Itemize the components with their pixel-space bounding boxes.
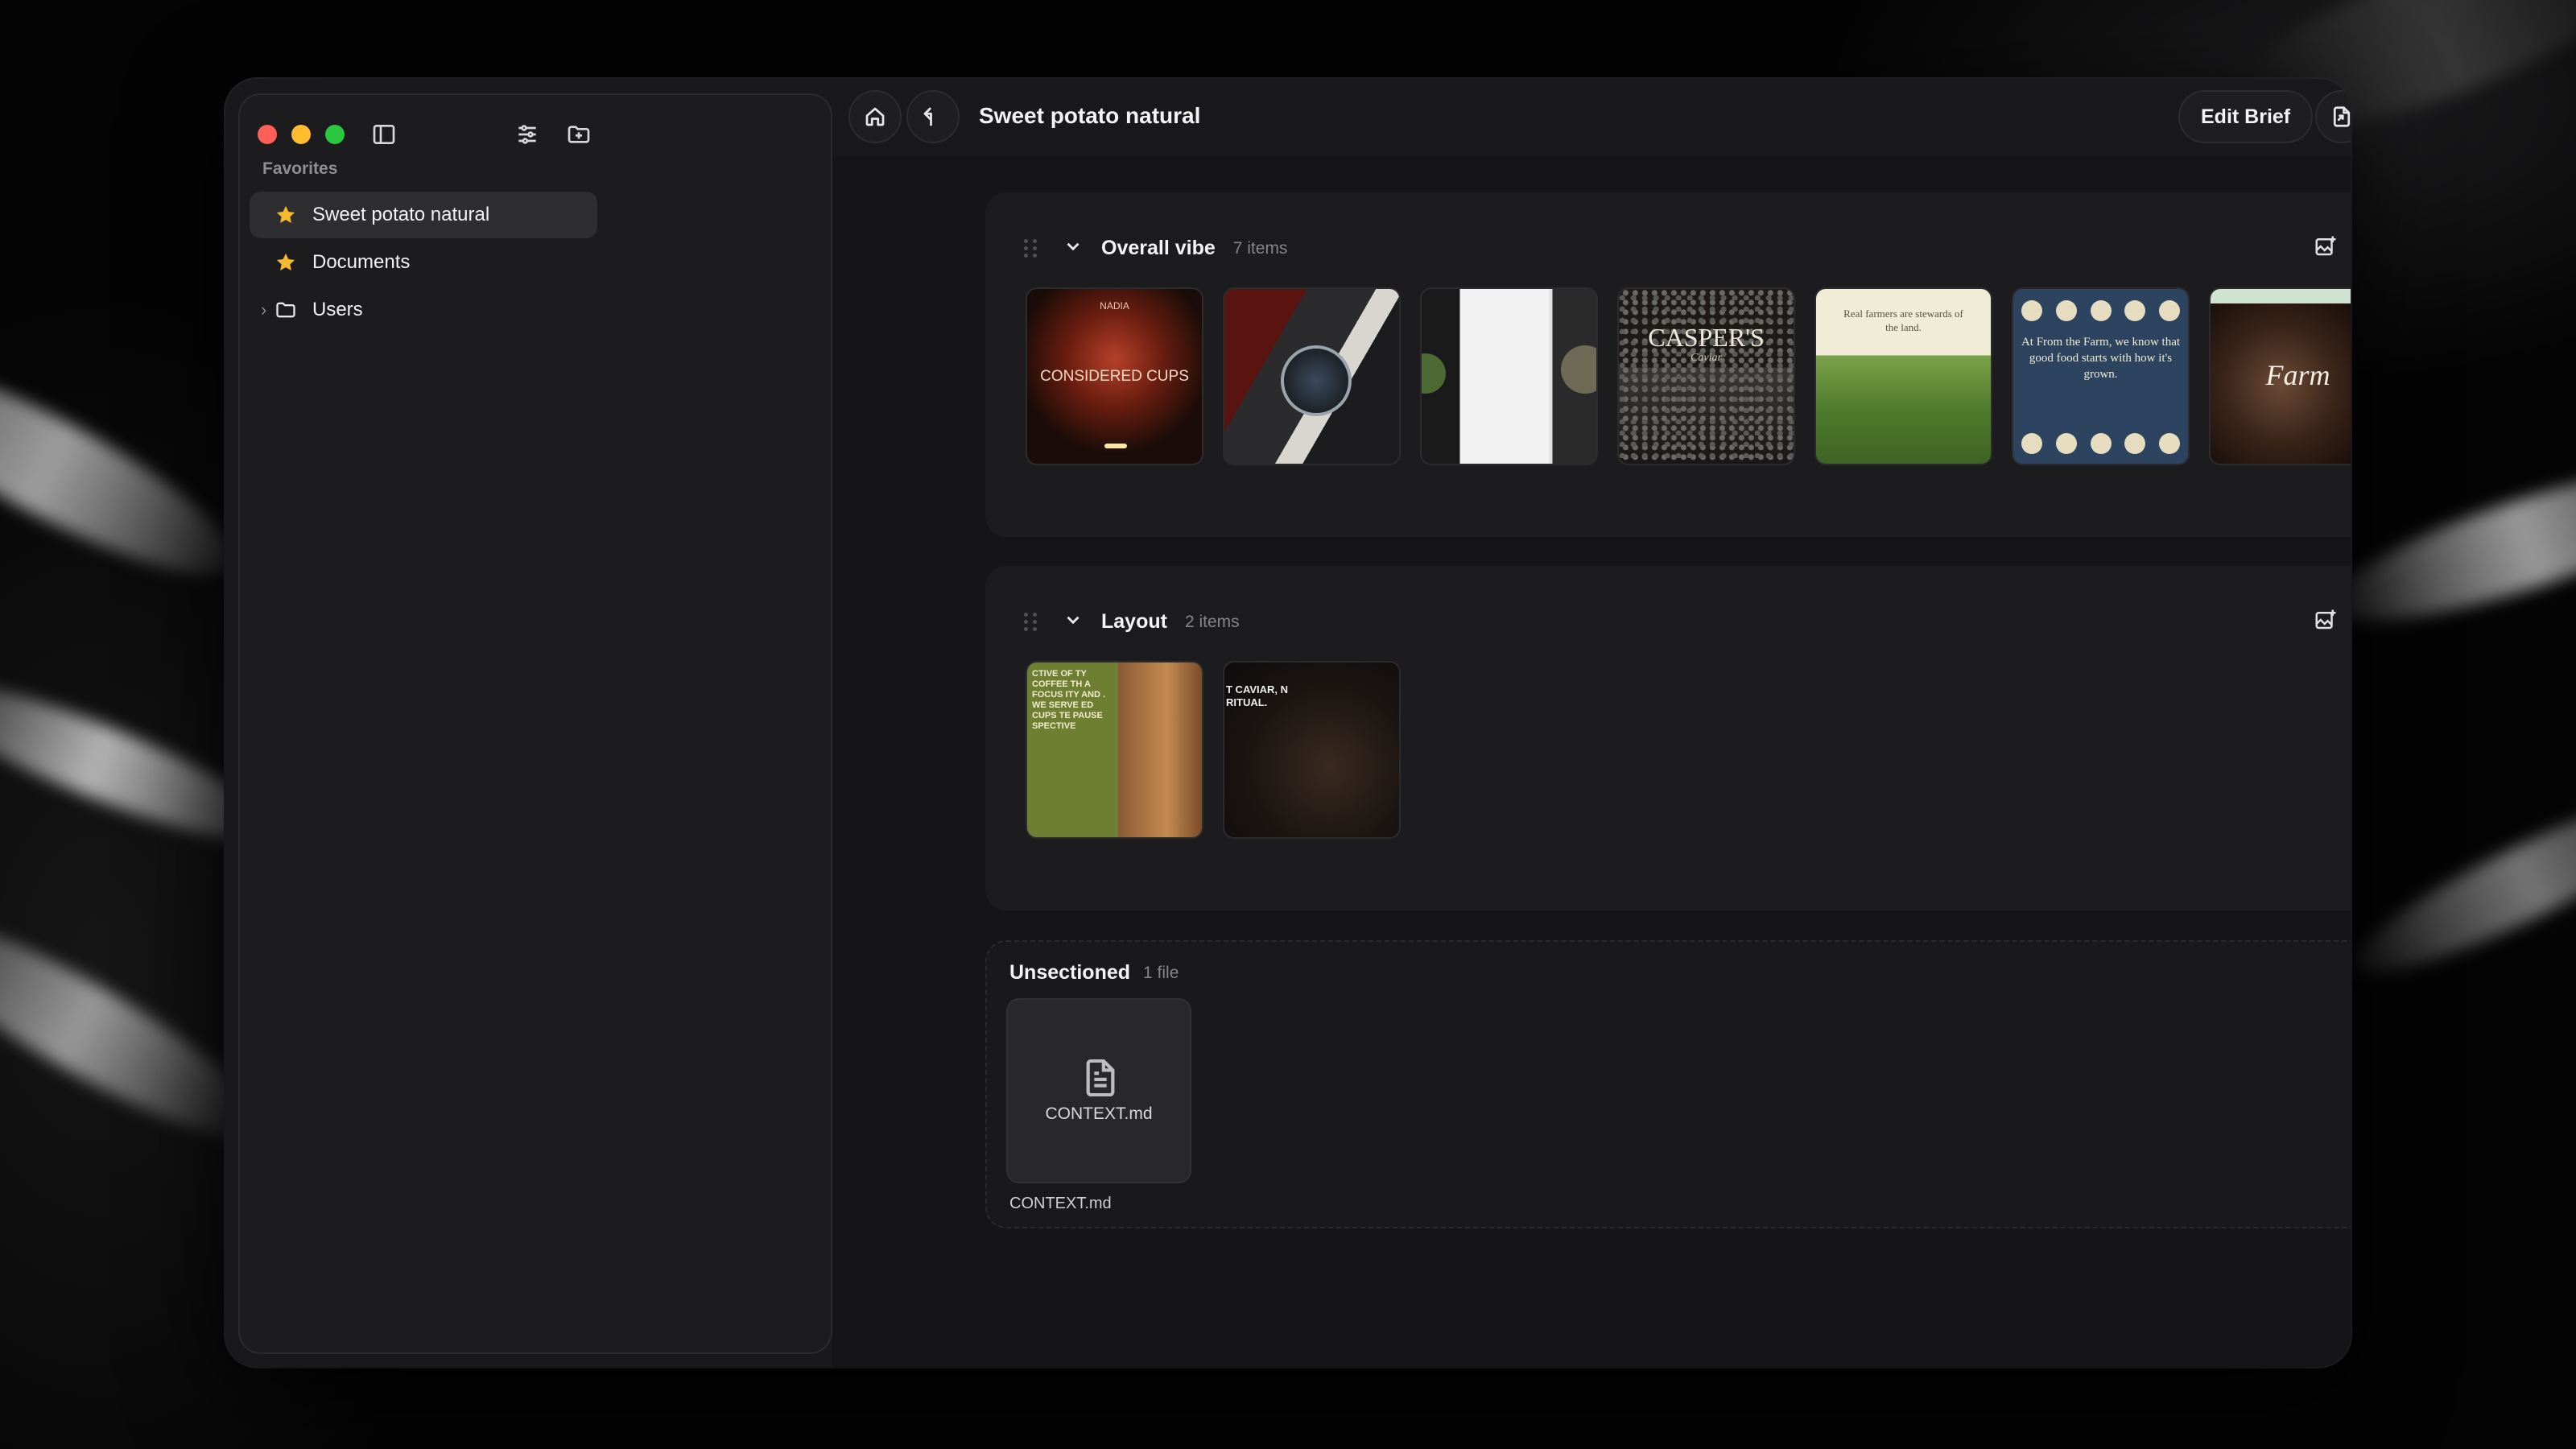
thumbnail-text: CTIVE OF TY COFFEE TH A FOCUS ITY AND . … [1032,669,1106,731]
image-grid: CTIVE OF TY COFFEE TH A FOCUS ITY AND . … [1026,661,1401,839]
zoom-window-button[interactable] [325,125,345,144]
toolbar: Sweet potato natural Edit Brief [832,79,2351,156]
sidebar-item-users[interactable]: › Users [250,287,597,333]
corner-up-left-icon [923,107,932,126]
sidebar-item-label: Sweet potato natural [312,204,490,225]
thumbnail-text: Farm [2265,359,2330,391]
image-thumbnail[interactable]: CASPER'S Caviar [1617,287,1795,465]
window-controls [258,125,345,144]
sidebar-item-label: Users [312,299,363,320]
chevron-down-icon[interactable] [1063,609,1084,634]
section-actions [2314,608,2351,632]
favorites-label: Favorites [262,159,338,178]
thumbnail-text: NADIA [1100,300,1129,312]
sidebar: Favorites Sweet potato natural Documents… [238,93,832,1354]
folder-icon [274,298,298,322]
new-folder-icon[interactable] [564,119,594,150]
section-actions [2314,234,2351,258]
section-header: Layout 2 items [1024,609,1240,634]
close-window-button[interactable] [258,125,277,144]
file-name: CONTEXT.md [1045,1104,1153,1123]
drag-handle-icon[interactable] [1024,238,1038,258]
sidebar-item-label: Documents [312,251,411,273]
home-icon [865,107,885,126]
filter-sliders-icon[interactable] [512,119,543,150]
drag-handle-icon[interactable] [1024,612,1038,632]
image-grid: NADIA CONSIDERED CUPS CASPER'S Caviar Re… [1026,287,2351,465]
chevron-right-icon[interactable]: › [261,299,266,320]
section-count: 1 file [1143,963,1179,982]
minimize-window-button[interactable] [291,125,311,144]
image-thumbnail[interactable] [1223,287,1401,465]
section-header: Unsectioned 1 file [1009,961,1179,985]
board-content: Overall vibe 7 items NADIA CONSIDERED CU… [832,156,2351,1367]
file-tile[interactable]: CONTEXT.md [1006,998,1191,1183]
section-title: Unsectioned [1009,961,1131,984]
sidebar-item-documents[interactable]: Documents [250,239,597,286]
section-title: Layout [1101,610,1167,633]
thumbnail-text: CASPER'S [1648,323,1765,352]
section-count: 7 items [1232,238,1288,258]
section-layout: Layout 2 items CTIVE OF TY COFFEE TH A F… [985,566,2351,910]
section-unsectioned: Unsectioned 1 file CONTEXT.md CONTEXT.md [985,940,2351,1228]
thumbnail-text: CONSIDERED CUPS [1040,368,1189,385]
sidebar-nav: Sweet potato natural Documents › Users [250,192,597,334]
image-thumbnail[interactable]: T CAVIAR, N RITUAL. [1223,661,1401,839]
section-header: Overall vibe 7 items [1024,236,1287,261]
star-icon [274,203,298,227]
image-thumbnail[interactable] [1420,287,1598,465]
main-panel: Sweet potato natural Edit Brief Overall … [832,79,2351,1367]
file-caption: CONTEXT.md [1009,1195,1112,1212]
section-count: 2 items [1184,612,1240,631]
export-document-button[interactable] [2315,90,2351,143]
page-title: Sweet potato natural [979,103,1201,128]
thumbnail-text: Real farmers are stewards of the land. [1843,308,1963,333]
chevron-down-icon[interactable] [1063,236,1084,261]
add-image-icon[interactable] [2314,608,2338,632]
section-title: Overall vibe [1101,237,1216,259]
thumbnail-text: At From the Farm, we know that good food… [2021,336,2181,381]
thumbnail-text: Caviar [1690,352,1722,364]
thumbnail-text: T CAVIAR, N RITUAL. [1226,683,1289,708]
star-icon [274,250,298,275]
back-up-button[interactable] [906,90,960,143]
document-icon [1086,1059,1115,1096]
toggle-sidebar-icon[interactable] [369,119,399,150]
image-thumbnail[interactable]: Real farmers are stewards of the land. [1814,287,1992,465]
image-thumbnail[interactable]: CTIVE OF TY COFFEE TH A FOCUS ITY AND . … [1026,661,1203,839]
image-thumbnail[interactable]: NADIA CONSIDERED CUPS [1026,287,1203,465]
app-window: Favorites Sweet potato natural Documents… [225,79,2351,1367]
image-thumbnail[interactable]: Farm [2209,287,2351,465]
section-overall-vibe: Overall vibe 7 items NADIA CONSIDERED CU… [985,192,2351,537]
edit-brief-button[interactable]: Edit Brief [2178,90,2314,143]
sidebar-item-sweet-potato-natural[interactable]: Sweet potato natural [250,192,597,238]
home-button[interactable] [848,90,902,143]
image-thumbnail[interactable]: At From the Farm, we know that good food… [2012,287,2190,465]
add-image-icon[interactable] [2314,234,2338,258]
file-export-icon [2333,106,2351,127]
